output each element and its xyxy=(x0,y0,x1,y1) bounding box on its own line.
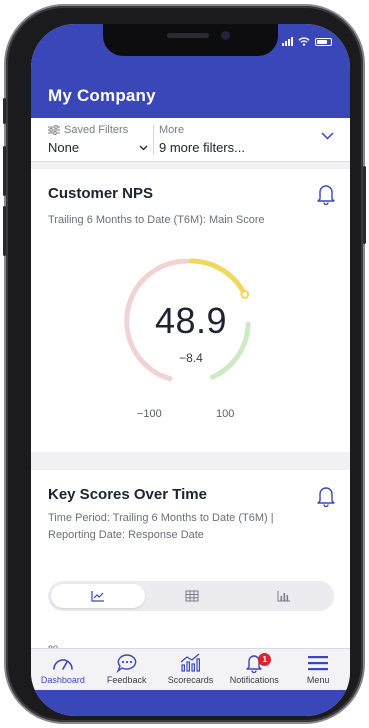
key-scores-title: Key Scores Over Time xyxy=(48,486,207,503)
phone-frame: My Company Saved Filters None More 9 mor… xyxy=(3,6,366,722)
more-filters-label: More xyxy=(159,124,185,136)
chat-bubble-icon xyxy=(116,654,137,673)
saved-filters-value: None xyxy=(48,140,80,155)
wifi-icon xyxy=(298,37,310,46)
sliders-icon xyxy=(48,125,60,135)
camera xyxy=(221,31,230,40)
line-chart-icon xyxy=(91,591,104,602)
app-header: My Company xyxy=(31,60,350,118)
saved-filters-value-row: None xyxy=(48,140,148,155)
speaker xyxy=(167,33,209,38)
tab-menu-label: Menu xyxy=(306,675,330,685)
tab-scorecards[interactable]: Scorecards xyxy=(159,649,223,690)
tab-dashboard-label: Dashboard xyxy=(40,675,85,685)
gauge-max-label: 100 xyxy=(216,408,235,420)
key-scores-reporting-date: Reporting Date: Response Date xyxy=(48,529,204,541)
bell-icon[interactable] xyxy=(316,183,336,205)
key-scores-period: Time Period: Trailing 6 Months to Date (… xyxy=(48,512,274,524)
gauge-min-label: −100 xyxy=(137,408,162,420)
gauge-marker xyxy=(240,290,250,299)
more-filters-value: 9 more filters... xyxy=(159,140,245,155)
company-title: My Company xyxy=(48,86,156,105)
table-icon xyxy=(185,590,199,602)
saved-filters-dropdown[interactable]: Saved Filters None xyxy=(48,124,148,155)
trend-chart-icon xyxy=(181,653,201,672)
view-toggle xyxy=(48,581,334,611)
tab-menu[interactable]: Menu xyxy=(286,649,350,690)
table-view-button[interactable] xyxy=(145,584,239,608)
status-icons xyxy=(282,37,332,46)
notification-badge: 1 xyxy=(258,653,272,666)
volume-up-button xyxy=(3,146,6,196)
gauge-icon xyxy=(53,659,73,670)
nps-card: Customer NPS Trailing 6 Months to Date (… xyxy=(31,169,350,452)
chevron-down-icon xyxy=(139,145,148,150)
tab-notifications-label: Notifications xyxy=(229,675,279,685)
saved-filters-label: Saved Filters xyxy=(64,124,129,136)
bottom-tab-bar: Dashboard Feedback Scorecards 1 Notifica… xyxy=(31,648,350,690)
tab-scorecards-label: Scorecards xyxy=(167,675,214,685)
bar-chart-view-button[interactable] xyxy=(237,584,331,608)
nps-card-title: Customer NPS xyxy=(48,185,154,202)
more-filters-value-row: 9 more filters... xyxy=(159,140,319,155)
signal-icon xyxy=(282,37,293,46)
tab-notifications[interactable]: 1 Notifications xyxy=(222,649,286,690)
bell-icon[interactable] xyxy=(316,485,336,507)
home-indicator-area xyxy=(31,690,350,716)
app-screen: My Company Saved Filters None More 9 mor… xyxy=(31,24,350,716)
filter-bar: Saved Filters None More 9 more filters..… xyxy=(31,118,350,162)
key-scores-card: Key Scores Over Time Time Period: Traili… xyxy=(31,470,350,654)
nps-card-subtitle: Trailing 6 Months to Date (T6M): Main Sc… xyxy=(48,214,265,226)
filter-divider xyxy=(153,125,154,155)
gauge-value-arc xyxy=(188,258,248,297)
mute-switch xyxy=(3,98,6,124)
saved-filters-label-row: Saved Filters xyxy=(48,124,148,136)
battery-icon xyxy=(315,37,332,46)
chevron-down-icon[interactable] xyxy=(321,132,334,140)
line-chart-view-button[interactable] xyxy=(51,584,145,608)
volume-down-button xyxy=(3,206,6,256)
tab-dashboard[interactable]: Dashboard xyxy=(31,649,95,690)
nps-delta: −8.4 xyxy=(179,351,203,365)
bar-chart-icon xyxy=(277,591,290,602)
notch xyxy=(103,24,278,56)
tab-feedback[interactable]: Feedback xyxy=(95,649,159,690)
nps-score: 48.9 xyxy=(154,300,228,341)
status-bar xyxy=(31,24,350,60)
hamburger-icon xyxy=(308,656,329,671)
more-filters-dropdown[interactable]: More 9 more filters... xyxy=(159,124,319,155)
power-button xyxy=(363,166,366,244)
tab-feedback-label: Feedback xyxy=(106,675,147,685)
